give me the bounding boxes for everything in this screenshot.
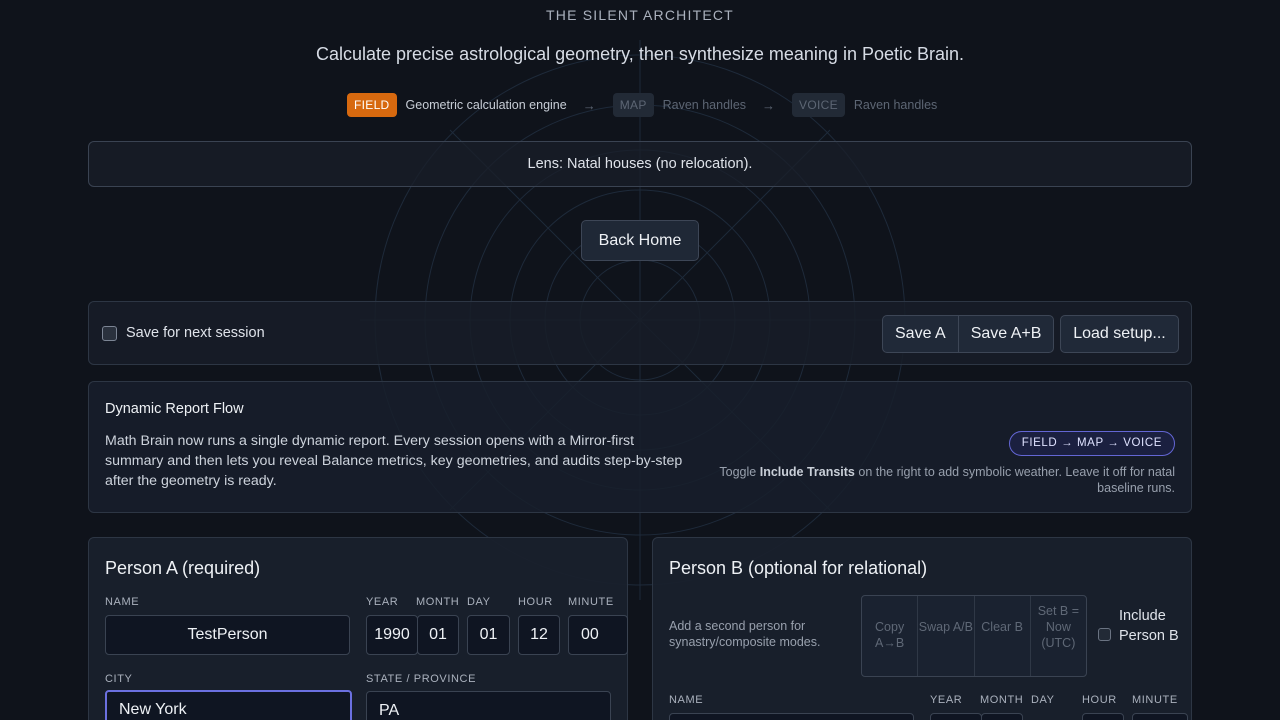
b-name-label: NAME (669, 694, 704, 706)
city-label: CITY (105, 673, 133, 685)
b-hour-field[interactable] (1082, 713, 1124, 720)
flow-transits-note: Toggle Include Transits on the right to … (695, 464, 1175, 496)
day-label: DAY (467, 596, 491, 608)
include-person-b-checkbox[interactable] (1098, 628, 1111, 641)
step-voice-badge: VOICE (792, 93, 845, 117)
include-person-b-label: Include Person B (1119, 608, 1179, 644)
step-field-badge: FIELD (347, 93, 397, 117)
year-label: YEAR (366, 596, 399, 608)
copy-a-to-b-button[interactable]: Copy A→B (862, 596, 917, 676)
brand-title: THE SILENT ARCHITECT (546, 7, 734, 23)
flow-pill-badge: FIELD → MAP → VOICE (1008, 431, 1175, 456)
flow-description: Math Brain now runs a single dynamic rep… (105, 433, 683, 489)
b-year-field[interactable] (930, 713, 982, 720)
state-label: STATE / PROVINCE (366, 673, 477, 685)
step-field-desc: Geometric calculation engine (405, 98, 567, 112)
clear-b-button[interactable]: Clear B (973, 596, 1030, 676)
lens-banner: Lens: Natal houses (no relocation). (88, 141, 1192, 187)
b-hour-label: HOUR (1082, 694, 1117, 706)
save-session-checkbox[interactable] (102, 326, 117, 341)
step-map-desc: Raven handles (662, 98, 747, 112)
save-a-button[interactable]: Save A (883, 316, 958, 352)
person-b-panel: Person B (optional for relational) Add a… (652, 537, 1192, 720)
flow-title: Dynamic Report Flow (105, 401, 244, 417)
flow-note-emphasis: Include Transits (759, 465, 855, 479)
page-tagline: Calculate precise astrological geometry,… (316, 44, 964, 64)
save-session-label: Save for next session (126, 325, 265, 341)
set-b-now-button[interactable]: Set B = Now (UTC) (1029, 596, 1086, 676)
b-day-label: DAY (1031, 694, 1055, 706)
minute-field[interactable] (568, 615, 628, 655)
arrow-right-icon: → (762, 97, 776, 113)
step-voice-desc: Raven handles (853, 98, 938, 112)
session-save-panel: Save for next session Save A Save A+B Lo… (88, 301, 1192, 365)
save-ab-button[interactable]: Save A+B (957, 316, 1054, 352)
minute-label: MINUTE (568, 596, 614, 608)
step-map-badge: MAP (612, 93, 654, 117)
name-field[interactable] (105, 615, 350, 655)
arrow-right-icon: → (582, 97, 596, 113)
hour-label: HOUR (518, 596, 553, 608)
b-year-label: YEAR (930, 694, 963, 706)
month-label: MONTH (416, 596, 460, 608)
person-b-help: Add a second person for synastry/composi… (669, 619, 821, 649)
hour-field[interactable] (518, 615, 560, 655)
b-name-field[interactable] (669, 713, 914, 720)
flow-note-prefix: Toggle (719, 465, 760, 479)
swap-a-b-button[interactable]: Swap A/B (917, 596, 973, 676)
person-b-title: Person B (optional for relational) (669, 558, 928, 578)
flow-note-suffix: on the right to add symbolic weather. Le… (854, 465, 1175, 495)
city-field[interactable] (105, 690, 352, 720)
person-b-actions: Copy A→B Swap A/B Clear B Set B = Now (U… (861, 595, 1087, 677)
back-home-button[interactable]: Back Home (581, 220, 699, 261)
year-field[interactable] (366, 615, 418, 655)
b-month-label: MONTH (980, 694, 1024, 706)
pipeline-steps: FIELD Geometric calculation engine → MAP… (347, 93, 937, 117)
b-minute-field[interactable] (1132, 713, 1188, 720)
load-setup-button[interactable]: Load setup... (1060, 315, 1179, 353)
b-month-field[interactable] (981, 713, 1023, 720)
person-a-title: Person A (required) (105, 558, 261, 578)
save-button-group: Save A Save A+B (882, 315, 1055, 353)
math-brain-page: THE SILENT ARCHITECT Calculate precise a… (0, 0, 1280, 720)
name-label: NAME (105, 596, 140, 608)
month-field[interactable] (417, 615, 459, 655)
dynamic-report-flow-panel: Dynamic Report Flow Math Brain now runs … (88, 381, 1192, 513)
person-a-panel: Person A (required) NAME YEAR MONTH DAY … (88, 537, 628, 720)
b-minute-label: MINUTE (1132, 694, 1178, 706)
state-field[interactable] (366, 691, 611, 720)
day-field[interactable] (467, 615, 510, 655)
